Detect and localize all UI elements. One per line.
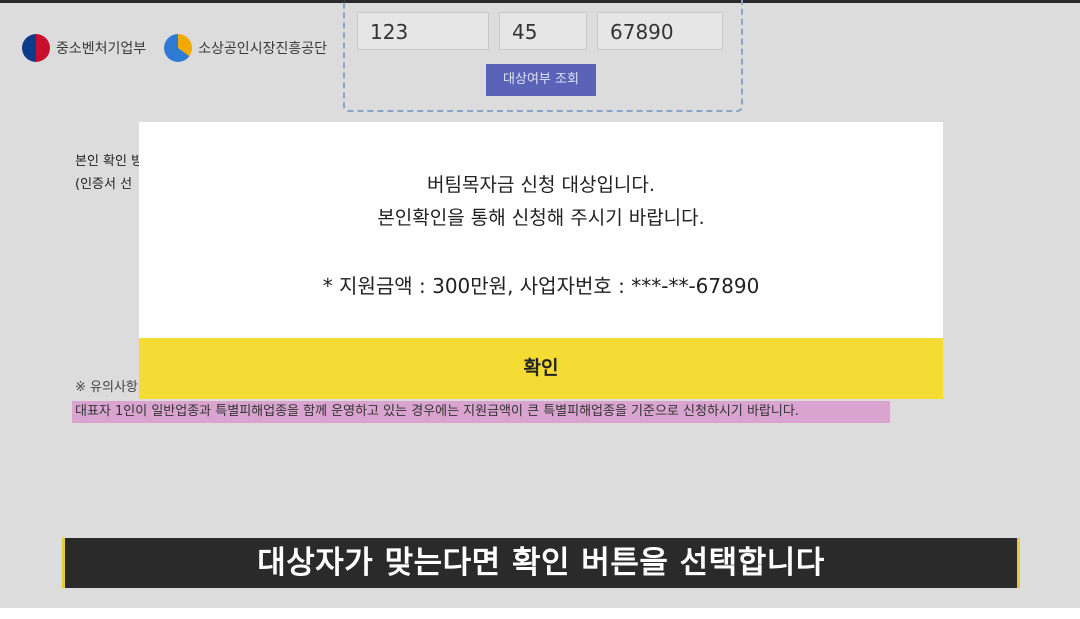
page-viewport: 중소벤처기업부 소상공인시장진흥공단 123 45 67890 대상여부 조회 … — [0, 0, 1080, 608]
business-number-field-1[interactable]: 123 — [357, 12, 489, 50]
ministry-logo-text: 중소벤처기업부 — [56, 41, 147, 57]
notice-label: ※ 유의사항 — [75, 380, 138, 395]
identity-instruction-line-2: (인증서 선 — [75, 177, 133, 192]
video-subtitle-bar: 대상자가 맞는다면 확인 버튼을 선택합니다 — [62, 538, 1020, 588]
dialog-support-amount: * 지원금액 : 300만원, 사업자번호 : ***-**-67890 — [322, 274, 760, 298]
header-logos: 중소벤처기업부 소상공인시장진흥공단 — [22, 33, 327, 63]
agency-emblem-icon — [164, 34, 193, 62]
agency-logo: 소상공인시장진흥공단 — [164, 34, 327, 62]
eligibility-query-button[interactable]: 대상여부 조회 — [486, 64, 596, 96]
business-number-field-2[interactable]: 45 — [499, 12, 587, 50]
highlighted-warning-text: 대표자 1인이 일반업종과 특별피해업종을 함께 운영하고 있는 경우에는 지원… — [72, 401, 890, 423]
taegeuk-emblem-icon — [22, 34, 50, 62]
confirm-button[interactable]: 확인 — [139, 338, 943, 399]
business-number-field-3[interactable]: 67890 — [597, 12, 723, 50]
eligibility-result-dialog: 버팀목자금 신청 대상입니다. 본인확인을 통해 신청해 주시기 바랍니다. *… — [139, 122, 943, 399]
agency-logo-text: 소상공인시장진흥공단 — [198, 41, 327, 57]
dialog-message-line-1: 버팀목자금 신청 대상입니다. — [427, 174, 655, 196]
ministry-logo: 중소벤처기업부 — [22, 34, 146, 62]
dialog-message-line-2: 본인확인을 통해 신청해 주시기 바랍니다. — [377, 207, 705, 229]
identity-instruction-line-1: 본인 확인 방 — [75, 154, 144, 169]
video-subtitle-text: 대상자가 맞는다면 확인 버튼을 선택합니다 — [257, 545, 825, 581]
